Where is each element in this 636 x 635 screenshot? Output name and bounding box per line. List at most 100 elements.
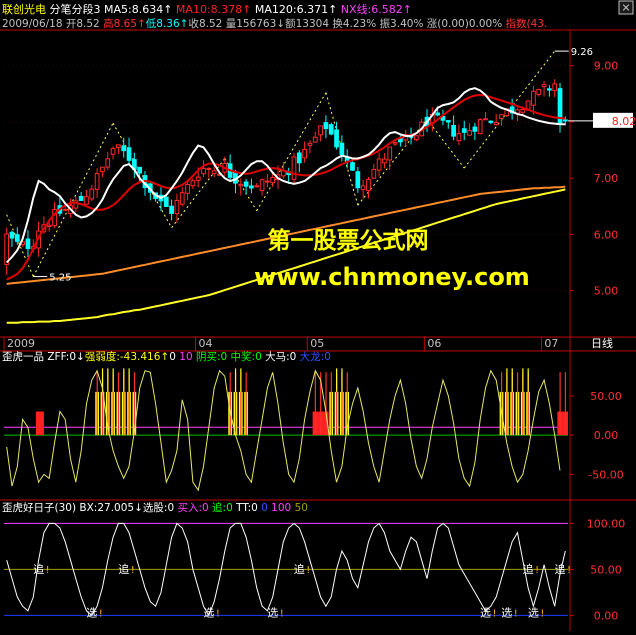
signal-marker-icon: ! [280,608,284,619]
indicator1-legend-item-7: 阴买:0 [196,351,231,363]
candle-body [163,196,169,207]
header-ohlc-item-4: 低8.36 [146,17,180,30]
candle-body [185,183,190,194]
main-y-tick-label: 9.00 [594,60,619,73]
candle-body [137,166,143,174]
indicator1-y-axis: 50.00 0.00 -50.00 [570,390,624,481]
signal-marker-icon: ! [131,565,135,576]
candle-body [413,135,419,141]
annotation-label: 9.26 [571,47,593,58]
candle-body [121,145,127,152]
indicator1-legend-item-2: ↓ [76,351,85,363]
candle-body [467,130,472,136]
indicator1-y-tick-label: 50.00 [590,390,622,403]
yellow-signal-spike [341,368,343,392]
current-price-label: 8.02 [612,115,636,128]
red-signal-spike [500,372,503,436]
yellow-signal-spike [336,368,338,392]
candle-body [339,142,345,155]
date-label: 04 [199,337,213,350]
signal-label: 选 [501,606,512,619]
indicator2-y-axis: 100.00 50.00 0.00 [570,517,625,622]
candle-body [243,181,249,187]
yellow-signal-spike [506,368,508,392]
yellow-signal-spike [527,368,529,392]
candle-body [9,231,15,239]
signal-label: 选 [86,606,97,619]
candle-body [211,170,217,174]
candle-body [296,152,302,164]
candle-body [531,90,536,106]
signal-label: 选 [267,606,278,619]
indicator2-legend-item-1: BX:27.005 [79,502,134,514]
signal-marker-icon: ! [306,565,310,576]
signal-label: 追 [523,562,534,576]
indicator1-reference-lines [4,426,568,436]
yellow-signal-spike [240,368,242,392]
header-ma-item-8: NX线:6.582 [337,2,402,16]
yellow-signal-spike [511,368,513,392]
indicator1-legend-item-10: 大龙:0 [300,350,331,363]
indicator2-legend-item-7: 0 [261,502,271,514]
candle-body [249,185,254,189]
signal-label: 选 [203,606,214,619]
watermark-url: www.chnmoney.com [254,263,530,291]
red-signal-spike [117,372,120,436]
signal-marker-icon: ! [514,608,518,619]
indicator2-legend-item-0: 歪虎好日子(30) [2,502,79,514]
candle-body [110,148,116,155]
candle-body [456,133,462,142]
candle-body [562,119,568,122]
indicator2-y-tick-label: 0.00 [594,609,619,622]
header-ohlc-item-10: 换4.23% [332,17,379,30]
candle-body [387,146,393,161]
candle-body [195,176,201,181]
candle-body [318,125,323,136]
candle-body [451,124,456,137]
candle-body [435,112,441,116]
close-button[interactable]: ✕ [618,0,634,15]
main-y-tick-label: 7.00 [594,172,619,185]
candle-body [334,129,339,148]
zigzag-segment [256,92,327,212]
candle-body [461,128,467,133]
candle-body [291,156,297,180]
candle-body [270,177,276,184]
header-ohlc-item-13: 指数(43. [506,17,548,30]
indicator2-legend-item-9: 50 [295,502,308,514]
main-y-axis: 9.008.007.006.005.008.02 [568,60,636,298]
candle-body [488,120,494,123]
signal-label: 追 [555,562,566,576]
chart-canvas[interactable]: 联创光电 分笔分段3 MA5:8.634↑ MA10:8.378↑ MA120:… [0,0,636,631]
red-signal-spike [564,372,567,436]
candle-body [62,208,68,211]
nx-polyline [6,188,566,324]
period-tab-daily[interactable]: 日线 [591,336,613,350]
indicator2-y-tick-label: 100.00 [587,517,626,530]
candle-body [360,185,366,191]
candle-body [499,114,504,119]
candle-body [376,158,382,171]
indicator2-legend-item-4: 买入:0 [177,502,212,514]
header-ma-item-7: ↑ [328,3,337,16]
header-ohlc-item-5: ↑ [180,18,189,30]
candle-body [94,173,100,190]
red-signal-block [35,411,44,436]
signal-label: 追 [294,562,305,576]
signal-marker-icon: ! [99,608,103,619]
signal-label: 追 [118,562,129,576]
date-label: 07 [544,337,558,350]
indicator2-reference-lines [4,522,568,616]
candle-body [547,88,552,91]
panel-frames [0,29,636,631]
candle-body [100,166,105,173]
red-signal-spike [245,372,247,436]
candle-body [174,199,180,215]
indicator2-legend-item-8: 100 [271,502,294,514]
price-header-ohlc-line: 2009/06/18 开8.52 高8.65↑低8.36↑收8.52 量1567… [2,17,547,30]
date-label: 06 [427,337,441,350]
indicator2-legend-item-3: 选股:0 [143,501,178,514]
signal-marker-icon: ! [46,565,50,576]
candle-body [105,158,111,168]
signal-marker-icon: ! [535,565,539,576]
